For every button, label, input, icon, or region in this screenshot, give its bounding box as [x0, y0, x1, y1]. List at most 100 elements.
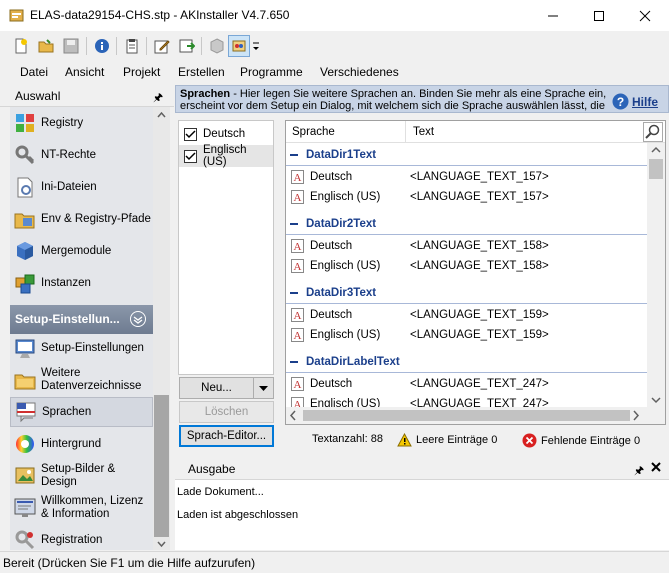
group-name: DataDir3Text — [306, 287, 377, 299]
edit-icon[interactable] — [151, 35, 173, 57]
menu-verschiedenes[interactable]: Verschiedenes — [320, 65, 399, 79]
toolbar — [0, 31, 669, 61]
table-row[interactable]: A Englisch (US) <LANGUAGE_TEXT_158> — [286, 256, 647, 276]
nav-item-mergemodule[interactable]: Mergemodule — [10, 238, 153, 264]
nav-item-hintergrund[interactable]: Hintergrund — [10, 431, 153, 457]
warning-icon — [397, 433, 412, 447]
table-row[interactable]: A Deutsch <LANGUAGE_TEXT_247> — [286, 374, 647, 394]
empty-entries-label: Leere Einträge 0 — [416, 434, 498, 446]
language-item-deutsch[interactable]: Deutsch — [179, 123, 273, 145]
group-row-datadir2text[interactable]: DataDir2Text — [286, 213, 647, 235]
group-row-datadir3text[interactable]: DataDir3Text — [286, 282, 647, 304]
language-editor-button[interactable]: Sprach-Editor... — [179, 425, 274, 447]
collapse-icon[interactable] — [290, 223, 298, 225]
close-icon[interactable] — [650, 460, 662, 477]
row-text: <LANGUAGE_TEXT_157> — [410, 191, 549, 203]
nav-item-sprachen[interactable]: Sprachen — [10, 397, 153, 427]
nav-item-label: Setup-Bilder & Design — [41, 463, 116, 488]
nav-item-registry[interactable]: Registry — [10, 110, 153, 136]
banner-description: - Hier legen Sie weitere Sprachen an. Bi… — [180, 88, 607, 112]
collapse-icon[interactable] — [290, 361, 298, 363]
welcome-icon — [14, 497, 36, 519]
row-text: <LANGUAGE_TEXT_159> — [410, 329, 549, 341]
banner-title: Sprachen — [180, 88, 231, 100]
nav-scrollbar[interactable] — [153, 107, 170, 550]
nav-item-label: Registration — [41, 534, 103, 546]
menu-programme[interactable]: Programme — [240, 65, 303, 79]
row-text: <LANGUAGE_TEXT_158> — [410, 260, 549, 272]
menu-erstellen[interactable]: Erstellen — [178, 65, 225, 79]
group-row-datadirlabeltext[interactable]: DataDirLabelText — [286, 351, 647, 373]
grid-horizontal-scrollbar[interactable] — [286, 407, 665, 424]
row-text: <LANGUAGE_TEXT_159> — [410, 309, 549, 321]
setup-images-icon — [14, 465, 36, 487]
instances-icon — [14, 272, 36, 294]
column-header-language[interactable]: Sprache — [292, 126, 335, 138]
empty-entries: Leere Einträge 0 — [397, 433, 497, 447]
help-link[interactable]: ? Hilfe — [612, 93, 658, 110]
nav-item-env-registry[interactable]: Env & Registry-Pfade — [10, 206, 153, 232]
close-button[interactable] — [622, 0, 668, 31]
pin-icon[interactable]: 🖈 — [153, 89, 163, 108]
banner-text: Sprachen - Hier legen Sie weitere Sprach… — [180, 88, 610, 112]
table-row[interactable]: A Deutsch <LANGUAGE_TEXT_159> — [286, 305, 647, 325]
menu-projekt[interactable]: Projekt — [123, 65, 160, 79]
new-language-button[interactable]: Neu... — [179, 377, 274, 399]
text-resource-icon: A — [291, 239, 304, 253]
languages-icon — [15, 401, 37, 423]
group-row-datadir1text[interactable]: DataDir1Text — [286, 144, 647, 166]
nav-item-registration[interactable]: Registration — [10, 527, 153, 550]
table-row[interactable]: A Deutsch <LANGUAGE_TEXT_157> — [286, 167, 647, 187]
language-item-englisch[interactable]: Englisch (US) — [179, 144, 273, 168]
nav-item-weitere-datenverzeichnisse[interactable]: Weitere Datenverzeichnisse — [10, 365, 153, 397]
new-dropdown-arrow-icon[interactable] — [253, 378, 273, 398]
nav-item-ini-dateien[interactable]: Ini-Dateien — [10, 174, 153, 200]
grid-header: Sprache Text — [286, 121, 665, 143]
selection-panel-header: Auswahl 🖈 — [0, 85, 174, 107]
text-resource-icon: A — [291, 308, 304, 322]
nav-item-willkommen[interactable]: Willkommen, Lizenz & Information — [10, 493, 153, 523]
clipboard-icon[interactable] — [121, 35, 143, 57]
registration-icon — [14, 529, 36, 550]
grid-vertical-scrollbar[interactable] — [647, 143, 665, 407]
pin-icon[interactable]: 🖈 — [634, 462, 644, 481]
menu-datei[interactable]: Datei — [20, 65, 48, 79]
column-header-text[interactable]: Text — [413, 126, 434, 138]
setup-settings-group-header[interactable]: Setup-Einstellun... — [10, 305, 153, 334]
table-row[interactable]: A Englisch (US) <LANGUAGE_TEXT_159> — [286, 325, 647, 345]
nav-item-setup-einstellungen[interactable]: Setup-Einstellungen — [10, 335, 153, 361]
nav-item-label: Instanzen — [41, 277, 91, 289]
app-icon — [9, 8, 24, 23]
toolbar-dropdown-icon[interactable] — [251, 35, 261, 57]
language-list: Deutsch Englisch (US) — [178, 120, 274, 375]
nav-item-label: Hintergrund — [41, 438, 102, 450]
save-icon[interactable] — [60, 35, 82, 57]
delete-language-button[interactable]: Löschen — [179, 401, 274, 423]
export-icon[interactable] — [176, 35, 198, 57]
collapse-icon[interactable] — [290, 292, 298, 294]
new-file-icon[interactable] — [10, 35, 32, 57]
language-checkbox[interactable] — [184, 149, 197, 163]
collapse-chevron-icon[interactable] — [130, 311, 146, 327]
nav-item-setup-bilder[interactable]: Setup-Bilder & Design — [10, 461, 153, 491]
nav-item-label: Env & Registry-Pfade — [41, 213, 151, 225]
info-icon[interactable] — [91, 35, 113, 57]
table-row[interactable]: A Deutsch <LANGUAGE_TEXT_158> — [286, 236, 647, 256]
menu-ansicht[interactable]: Ansicht — [65, 65, 104, 79]
nav-item-instanzen[interactable]: Instanzen — [10, 270, 153, 296]
svg-text:A: A — [294, 310, 302, 322]
grid-search-icon[interactable] — [643, 122, 663, 142]
minimize-button[interactable] — [530, 0, 576, 31]
table-row[interactable]: A Englisch (US) <LANGUAGE_TEXT_157> — [286, 187, 647, 207]
collapse-icon[interactable] — [290, 154, 298, 156]
error-icon — [522, 433, 537, 448]
open-folder-icon[interactable] — [35, 35, 57, 57]
maximize-button[interactable] — [576, 0, 622, 31]
build-icon[interactable] — [206, 35, 228, 57]
text-count: Textanzahl: 88 — [312, 433, 383, 445]
group-name: DataDir1Text — [306, 149, 377, 161]
language-checkbox[interactable] — [184, 127, 197, 141]
menu-bar: Datei Ansicht Projekt Erstellen Programm… — [0, 61, 669, 85]
nav-item-nt-rechte[interactable]: NT-Rechte — [10, 142, 153, 168]
programs-icon[interactable] — [228, 35, 250, 57]
